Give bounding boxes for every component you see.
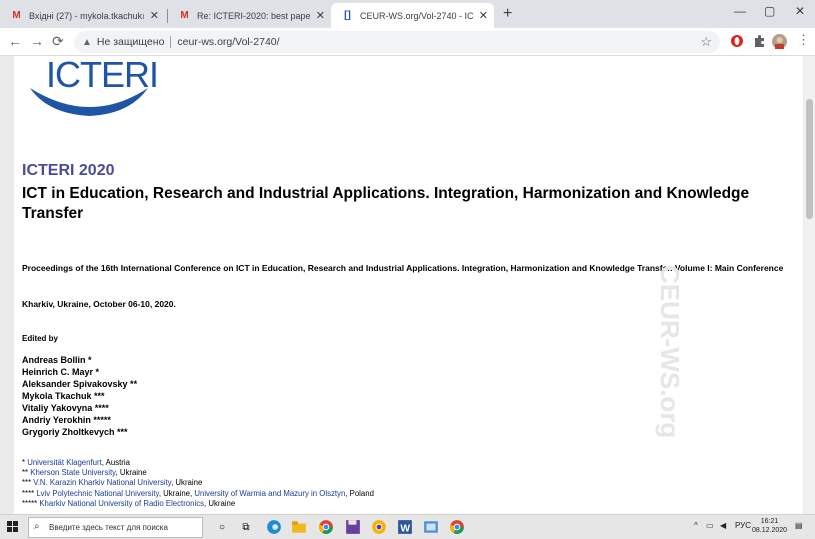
affiliation-country: , Poland xyxy=(345,488,374,498)
app-window-icon[interactable] xyxy=(423,519,439,535)
browser-toolbar: ← → ⟳ ▲ Не защищено ceur-ws.org/Vol-2740… xyxy=(0,28,815,56)
editor-name: Mykola Tkachuk *** xyxy=(22,391,105,401)
language-indicator[interactable]: РУС xyxy=(735,521,751,530)
taskbar-clock[interactable]: 16:21 08.12.2020 xyxy=(752,517,787,535)
editor-name: Aleksander Spivakovsky ** xyxy=(22,379,138,389)
gmail-icon: M xyxy=(180,10,189,21)
place-and-date: Kharkiv, Ukraine, October 06-10, 2020. xyxy=(22,299,176,309)
maximize-icon[interactable]: ▢ xyxy=(764,4,775,18)
search-icon: ⌕ xyxy=(34,521,40,532)
editor-list: Andreas Bollin * Heinrich C. Mayr * Alek… xyxy=(22,354,137,438)
affiliation-item: * Universität Klagenfurt, Austria xyxy=(22,458,374,468)
profile-avatar[interactable] xyxy=(772,34,787,49)
tab-title: Вхідні (27) - mykola.tkachuk@karaz xyxy=(29,10,144,21)
affiliation-link[interactable]: V.N. Karazin Kharkiv National University xyxy=(33,478,171,487)
affiliation-link[interactable]: University of Warmia and Mazury in Olszt… xyxy=(194,489,345,498)
save-disk-icon[interactable] xyxy=(345,519,361,535)
watermark-text: CEUR-WS.org xyxy=(655,265,685,438)
tab-gmail-thread[interactable]: M Re: ICTERI-2020: best papers selecti ✕ xyxy=(168,3,331,28)
icteri-logo: ICTERI xyxy=(30,56,159,123)
close-icon[interactable]: ✕ xyxy=(479,9,488,22)
task-view-icon[interactable]: ⧉ xyxy=(238,519,254,535)
editor-name: Grygoriy Zholtkevych *** xyxy=(22,427,128,437)
chrome-icon[interactable] xyxy=(318,519,334,535)
affiliation-item: *** V.N. Karazin Kharkiv National Univer… xyxy=(22,478,374,488)
reload-icon[interactable]: ⟳ xyxy=(52,33,64,50)
forward-icon[interactable]: → xyxy=(30,33,44,49)
windows-start-icon[interactable] xyxy=(7,521,18,532)
tray-speaker-icon[interactable]: ◀ xyxy=(720,521,726,530)
windows-taskbar: ⌕ Введите здесь текст для поиска ○ ⧉ W ^… xyxy=(0,514,815,539)
ceur-icon: [] xyxy=(344,10,351,21)
affiliation-mark: *** xyxy=(22,478,34,488)
bookmark-star-icon[interactable]: ☆ xyxy=(700,34,712,50)
close-icon[interactable]: ✕ xyxy=(150,9,159,22)
warning-icon: ▲ xyxy=(82,36,92,48)
affiliation-mark: ***** xyxy=(22,498,40,508)
cortana-icon[interactable]: ○ xyxy=(214,519,230,535)
page-content: ICTERI ICTERI 2020 ICT in Education, Res… xyxy=(14,56,803,514)
conference-title: ICT in Education, Research and Industria… xyxy=(22,185,750,222)
affiliation-item: **** Lviv Polytechnic National Universit… xyxy=(22,489,374,499)
security-label: Не защищено xyxy=(96,36,165,48)
taskbar-search-box[interactable]: ⌕ Введите здесь текст для поиска xyxy=(28,517,203,538)
tab-ceur-active[interactable]: [] CEUR-WS.org/Vol-2740 - ICT in Edu ✕ xyxy=(331,3,494,28)
affiliation-item: ***** Kharkiv National University of Rad… xyxy=(22,499,374,509)
scrollbar-thumb[interactable] xyxy=(806,99,813,219)
affiliation-country: , Ukraine xyxy=(171,478,203,488)
gmail-icon: M xyxy=(12,10,21,21)
affiliation-country: , Austria xyxy=(101,458,130,467)
editor-name: Vitaliy Yakovyna **** xyxy=(22,403,109,413)
editor-name: Andreas Bollin * xyxy=(22,355,92,365)
tray-chevron-up-icon[interactable]: ^ xyxy=(694,521,698,530)
editor-name: Heinrich C. Mayr * xyxy=(22,367,100,377)
close-icon[interactable]: ✕ xyxy=(316,9,325,22)
editor-name: Andriy Yerokhin ***** xyxy=(22,415,111,425)
logo-text: ICTERI xyxy=(46,56,159,95)
window-close-icon[interactable]: ✕ xyxy=(795,4,805,18)
tab-title: Re: ICTERI-2020: best papers selecti xyxy=(197,10,310,21)
tab-title: CEUR-WS.org/Vol-2740 - ICT in Edu xyxy=(360,10,473,21)
new-tab-button[interactable]: + xyxy=(503,5,512,23)
word-icon[interactable]: W xyxy=(397,519,413,535)
omnibox-divider xyxy=(170,36,172,48)
opera-icon[interactable] xyxy=(730,34,744,48)
back-icon[interactable]: ← xyxy=(8,33,22,49)
ceur-watermark: CEUR-WS.org xyxy=(655,265,685,438)
conference-short-title: ICTERI 2020 xyxy=(22,162,115,179)
chrome-canary-icon[interactable] xyxy=(371,519,387,535)
affiliation-country: , Ukraine, xyxy=(158,488,195,498)
affiliation-link[interactable]: Universität Klagenfurt xyxy=(27,458,102,467)
affiliation-link[interactable]: Lviv Polytechnic National University xyxy=(36,489,159,498)
affiliation-link[interactable]: Kherson State University xyxy=(30,468,115,477)
vertical-scrollbar[interactable] xyxy=(804,56,815,514)
affiliation-mark: **** xyxy=(22,488,37,498)
page-viewport: ICTERI ICTERI 2020 ICT in Education, Res… xyxy=(0,56,815,514)
affiliation-country: , Ukraine xyxy=(115,468,147,478)
tab-gmail-inbox[interactable]: M Вхідні (27) - mykola.tkachuk@karaz ✕ xyxy=(0,3,165,28)
url-text: ceur-ws.org/Vol-2740/ xyxy=(177,36,280,48)
edited-by-label: Edited by xyxy=(22,334,59,343)
edge-icon[interactable] xyxy=(266,519,282,535)
chrome-active-icon[interactable] xyxy=(449,519,465,535)
notifications-icon[interactable]: ▤ xyxy=(795,521,803,530)
address-bar[interactable]: ▲ Не защищено ceur-ws.org/Vol-2740/ ☆ xyxy=(74,31,720,53)
affiliation-country: , Ukraine xyxy=(204,498,236,508)
file-explorer-icon[interactable] xyxy=(291,519,307,535)
menu-kebab-icon[interactable]: ⋮ xyxy=(797,32,810,48)
clock-time: 16:21 xyxy=(760,518,779,525)
affiliation-mark: ** xyxy=(22,468,31,478)
affiliation-list: * Universität Klagenfurt, Austria ** Khe… xyxy=(22,458,374,509)
tray-network-icon[interactable]: ▭ xyxy=(706,521,714,530)
minimize-icon[interactable]: — xyxy=(734,4,746,18)
clock-date: 08.12.2020 xyxy=(752,527,788,534)
extensions-puzzle-icon[interactable] xyxy=(752,34,766,48)
svg-text:W: W xyxy=(400,524,410,535)
affiliation-link[interactable]: Kharkiv National University of Radio Ele… xyxy=(39,499,204,508)
tab-bar: M Вхідні (27) - mykola.tkachuk@karaz ✕ M… xyxy=(0,0,815,28)
taskbar-search-placeholder: Введите здесь текст для поиска xyxy=(49,523,168,532)
affiliation-item: ** Kherson State University, Ukraine xyxy=(22,468,374,478)
